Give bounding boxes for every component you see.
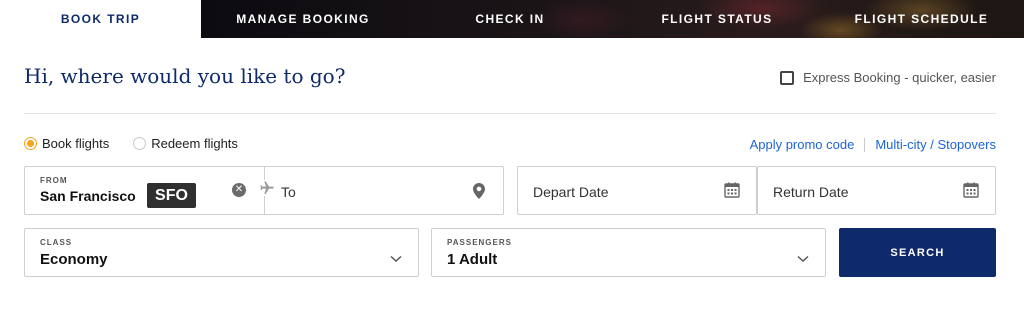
apply-promo-code-link[interactable]: Apply promo code xyxy=(750,137,855,152)
depart-date-placeholder: Depart Date xyxy=(533,184,609,200)
tab-flight-schedule-label: FLIGHT SCHEDULE xyxy=(854,12,989,26)
tab-manage-booking[interactable]: MANAGE BOOKING xyxy=(201,0,405,38)
from-label: FROM xyxy=(40,176,68,185)
chevron-down-icon xyxy=(797,250,809,268)
to-field[interactable]: To xyxy=(266,167,503,214)
search-button-label: SEARCH xyxy=(890,246,945,259)
tabs-banner: MANAGE BOOKING CHECK IN FLIGHT STATUS FL… xyxy=(201,0,1024,38)
radio-book-flights[interactable]: Book flights xyxy=(24,136,109,151)
clear-origin-icon[interactable]: ✕ xyxy=(232,183,246,197)
return-date-placeholder: Return Date xyxy=(773,184,849,200)
tab-manage-booking-label: MANAGE BOOKING xyxy=(236,12,370,26)
tab-flight-status[interactable]: FLIGHT STATUS xyxy=(615,0,819,38)
calendar-icon xyxy=(724,182,740,203)
class-label: CLASS xyxy=(40,238,73,247)
from-city: San Francisco xyxy=(40,188,136,204)
tab-book-trip-label: BOOK TRIP xyxy=(60,12,141,26)
tab-book-trip[interactable]: BOOK TRIP xyxy=(0,0,201,38)
radio-book-flights-label: Book flights xyxy=(42,136,110,151)
page-title: Hi, where would you like to go? xyxy=(24,64,346,88)
multi-city-link[interactable]: Multi-city / Stopovers xyxy=(875,137,996,152)
radio-redeem-flights[interactable]: Redeem flights xyxy=(133,136,238,151)
passengers-value: 1 Adult xyxy=(447,251,498,268)
search-button[interactable]: SEARCH xyxy=(839,228,996,277)
express-booking-toggle[interactable]: Express Booking - quicker, easier xyxy=(780,70,996,85)
from-field[interactable]: FROM San Francisco SFO ✕ xyxy=(25,167,265,214)
class-value: Economy xyxy=(40,251,108,268)
to-placeholder: To xyxy=(281,184,296,200)
chevron-down-icon xyxy=(390,250,402,268)
location-pin-icon xyxy=(473,183,485,204)
return-date-field[interactable]: Return Date xyxy=(757,166,996,215)
calendar-icon xyxy=(963,182,979,203)
passengers-select[interactable]: PASSENGERS 1 Adult xyxy=(431,228,826,277)
origin-destination-field: FROM San Francisco SFO ✕ To xyxy=(24,166,504,215)
tab-flight-status-label: FLIGHT STATUS xyxy=(661,12,773,26)
main-tabs: BOOK TRIP MANAGE BOOKING CHECK IN FLIGHT… xyxy=(0,0,1024,38)
tab-check-in[interactable]: CHECK IN xyxy=(405,0,615,38)
express-booking-label: Express Booking - quicker, easier xyxy=(803,70,996,85)
tab-flight-schedule[interactable]: FLIGHT SCHEDULE xyxy=(819,0,1024,38)
radio-book-flights-indicator[interactable] xyxy=(24,137,37,150)
booking-links: Apply promo code Multi-city / Stopovers xyxy=(750,137,996,152)
depart-date-field[interactable]: Depart Date xyxy=(517,166,757,215)
section-divider xyxy=(24,113,996,114)
passengers-label: PASSENGERS xyxy=(447,238,512,247)
radio-redeem-flights-indicator[interactable] xyxy=(133,137,147,150)
link-separator xyxy=(864,137,866,152)
trip-type-group: Book flights Redeem flights xyxy=(24,136,262,151)
class-select[interactable]: CLASS Economy xyxy=(24,228,419,277)
express-booking-checkbox[interactable] xyxy=(780,70,795,85)
from-airport-code: SFO xyxy=(147,183,196,208)
radio-redeem-flights-label: Redeem flights xyxy=(151,136,238,151)
tab-check-in-label: CHECK IN xyxy=(475,12,545,26)
